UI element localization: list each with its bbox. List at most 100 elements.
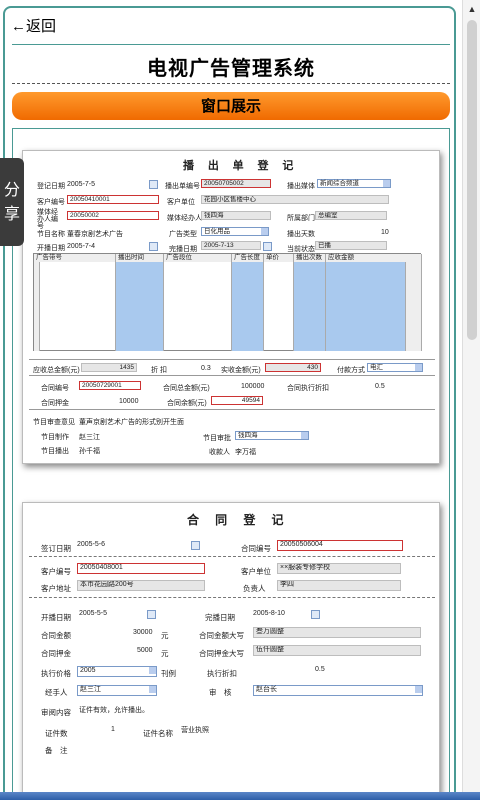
bill-no-field: 20050705002 [201, 179, 271, 188]
prog-name-label: 节目名称 [37, 231, 65, 238]
grid-header: 应收金额 [326, 254, 422, 262]
dept-label: 所属部门 [287, 215, 315, 222]
contract-screenshot: 合 同 登 记 签订日期 2005-5-6 合同编号 20050506004 客… [22, 502, 440, 800]
contract-no-label: 合同编号 [241, 544, 271, 553]
contract-no-field: 20050506004 [277, 540, 403, 551]
start-label: 开播日期 [41, 613, 71, 622]
grid-column [116, 262, 164, 351]
back-link[interactable]: ←返回 [11, 15, 56, 36]
agent-field: 钱四海 [201, 211, 271, 220]
grid-header: 单价 [264, 254, 294, 262]
cashier-label: 收款人 [209, 449, 230, 456]
broadcast-screenshot: 播 出 单 登 记 登记日期 2005-7-5 播出单编号 2005070500… [22, 150, 440, 464]
days-label: 播出天数 [287, 231, 315, 238]
broadcaster-value: 孙千福 [79, 448, 100, 455]
reviewer-label: 审 核 [209, 688, 232, 697]
days-value: 10 [381, 229, 389, 236]
agent-label: 媒体经办人 [167, 215, 202, 222]
cert-count-label: 证件数 [45, 729, 68, 738]
end-label: 完播日期 [205, 613, 235, 622]
start-value: 2005-7-4 [67, 243, 96, 250]
deposit-cap-label: 合同押金大写 [199, 649, 244, 658]
divider [29, 375, 435, 376]
discount-label: 折 扣 [151, 367, 167, 374]
actual-label: 实收金额(元) [221, 367, 261, 374]
calendar-icon [149, 242, 158, 251]
cust-no-label: 客户编号 [37, 199, 65, 206]
calendar-icon [147, 610, 156, 619]
scroll-up-arrow-icon[interactable]: ▲ [463, 4, 480, 18]
cert-count-value: 1 [111, 726, 115, 733]
amount-cap-label: 合同金额大写 [199, 631, 244, 640]
grid-column [294, 262, 326, 351]
divider [29, 409, 435, 410]
broadcast-title: 播 出 单 登 记 [183, 159, 299, 172]
producer-label: 节目制作 [41, 434, 69, 441]
dashed-divider [29, 597, 435, 598]
cust-unit-label: 客户单位 [167, 199, 195, 206]
media-label: 播出媒体 [287, 183, 315, 190]
ad-grid: 广告带号 播出时间 广告段位 广告长度 单价 播出次数 应收金额 [33, 253, 422, 351]
pay-select: 电汇 [367, 363, 423, 372]
deposit-value: 5000 [137, 647, 153, 654]
share-button[interactable]: 分享 [0, 158, 24, 246]
taskbar-strip [0, 792, 480, 800]
pay-label: 付款方式 [337, 367, 365, 374]
receivable-field: 1435 [81, 363, 137, 372]
start-value: 2005-5-5 [79, 610, 108, 617]
grid-header: 广告长度 [232, 254, 264, 262]
discount-label: 执行折扣 [207, 669, 237, 678]
cashier-value: 李万福 [235, 449, 256, 456]
page-title: 电视广告管理系统 [147, 56, 315, 80]
cust-no-field: 20050408001 [77, 563, 205, 574]
deposit-label: 合同押金 [41, 649, 71, 658]
exec-discount-value: 0.5 [375, 383, 385, 390]
scroll-thumb[interactable] [467, 20, 477, 340]
start-label: 开播日期 [37, 245, 65, 252]
discount-value: 0.5 [315, 666, 325, 673]
divider [29, 359, 435, 360]
sign-date-label: 签订日期 [41, 544, 71, 553]
prog-name-value: 董春京剧艺术广告 [67, 231, 123, 238]
scrollbar[interactable]: ▲ [462, 0, 480, 800]
approver-select: 钱四海 [235, 431, 309, 440]
price-select: 2005 [77, 666, 157, 677]
cust-unit-field: 花园小区售楼中心 [201, 195, 389, 204]
calendar-icon [263, 242, 272, 251]
deposit-value: 10000 [119, 398, 139, 405]
grid-scrollbar [406, 262, 422, 351]
address-field: 本市花园路200号 [77, 580, 205, 591]
amount-label: 合同金额 [41, 631, 71, 640]
handler-select: 赵三江 [77, 685, 157, 696]
cust-no-label: 客户编号 [41, 567, 71, 576]
amount-cap-field: 叁万圆整 [253, 627, 421, 638]
grid-header: 广告带号 [34, 254, 116, 262]
calendar-icon [149, 180, 158, 189]
discount-value: 0.3 [201, 365, 211, 372]
grid-column [164, 262, 232, 351]
ad-type-label: 广告类型 [169, 231, 197, 238]
window-display-button[interactable]: 窗口展示 [12, 92, 450, 120]
amount-value: 30000 [133, 629, 153, 636]
agent-no-label: 媒体经办人编号 [37, 209, 58, 230]
sign-date-value: 2005-5-6 [77, 541, 106, 548]
grid-header: 播出时间 [116, 254, 164, 262]
deposit-cap-field: 伍仟圆整 [253, 645, 421, 656]
cert-name-value: 营业执照 [181, 727, 209, 734]
grid-column [264, 262, 294, 351]
calendar-icon [191, 541, 200, 550]
dashed-divider [29, 556, 435, 557]
grid-header: 广告段位 [164, 254, 232, 262]
grid-column [326, 262, 406, 351]
contract-amount-label: 合同余额(元) [167, 400, 207, 407]
person-field: 李四 [277, 580, 401, 591]
producer-value: 赵三江 [79, 434, 100, 441]
grid-column [232, 262, 264, 351]
divider [12, 44, 450, 45]
cust-unit-label: 客户单位 [241, 567, 271, 576]
contract-title: 合 同 登 记 [187, 513, 290, 527]
contract-total-value: 100000 [241, 383, 265, 390]
actual-field: 430 [265, 363, 321, 372]
contract-no-field: 20050729001 [79, 381, 141, 390]
contract-no-label: 合同编号 [41, 385, 69, 392]
